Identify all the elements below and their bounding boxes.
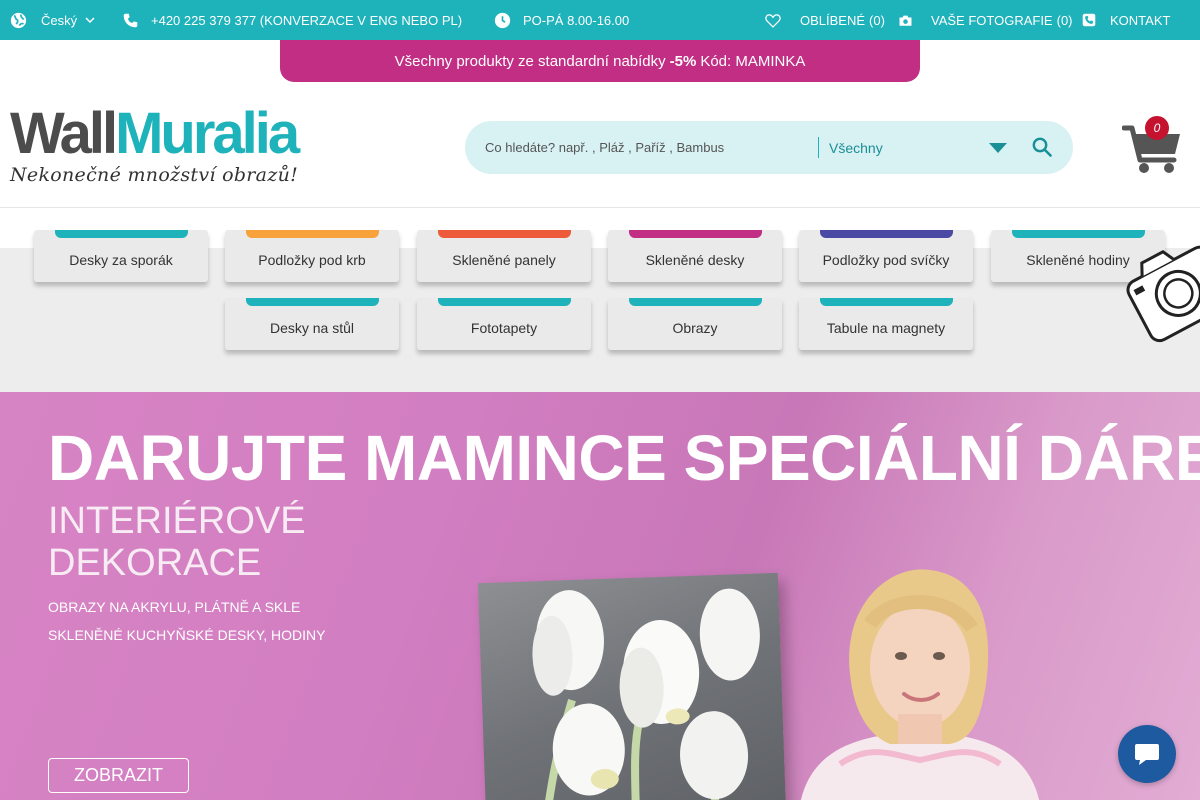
logo-wall: Wall	[10, 101, 118, 166]
hero-line-1: OBRAZY NA AKRYLU, PLÁTNĚ A SKLE	[48, 599, 301, 615]
logo-wordmark: Wall Muralia	[10, 101, 310, 166]
category-label: Podložky pod krb	[258, 252, 366, 268]
your-photos-link[interactable]: VAŠE FOTOGRAFIE (0)	[898, 0, 1073, 40]
hero-banner: DARUJTE MAMINCE SPECIÁLNÍ DÁREK! INTERIÉ…	[0, 392, 1200, 800]
top-bar: Český +420 225 379 377 (KONVERZACE V ENG…	[0, 0, 1200, 40]
search-input[interactable]	[485, 121, 815, 174]
favorites-label: OBLÍBENÉ	[800, 12, 866, 28]
phone-link[interactable]: +420 225 379 377 (KONVERZACE V ENG NEBO …	[122, 0, 462, 40]
your-photos-count: (0)	[1056, 12, 1073, 28]
category-color-strip	[820, 298, 953, 306]
language-selector[interactable]: Český	[10, 0, 95, 40]
category-sklenene-desky[interactable]: Skleněné desky	[608, 230, 782, 282]
chevron-down-icon	[85, 17, 95, 23]
chat-bubble-icon	[1135, 744, 1159, 765]
chat-button[interactable]	[1118, 725, 1176, 783]
cart-button[interactable]: 0	[1122, 116, 1184, 176]
category-podlozky-pod-svicky[interactable]: Podložky pod svíčky	[799, 230, 973, 282]
search-divider	[818, 137, 819, 158]
globe-icon	[10, 12, 27, 28]
category-label: Obrazy	[672, 320, 718, 336]
site-logo[interactable]: Wall Muralia Nekonečné množství obrazů!	[10, 101, 310, 192]
logo-muralia: Muralia	[115, 101, 300, 166]
header-divider	[0, 207, 1200, 208]
clock-icon	[494, 12, 511, 28]
category-desky-za-sporak[interactable]: Desky za sporák	[34, 230, 208, 282]
contact-label: KONTAKT	[1110, 12, 1171, 28]
promo-code: Kód: MAMINKA	[700, 52, 806, 70]
woman-photo	[801, 569, 1039, 800]
language-label: Český	[41, 12, 78, 28]
category-label: Fototapety	[470, 320, 538, 336]
search-bar: Všechny	[465, 121, 1073, 174]
phone-icon	[123, 13, 138, 27]
hero-headline: DARUJTE MAMINCE SPECIÁLNÍ DÁREK!	[48, 422, 1200, 494]
category-fototapety[interactable]: Fototapety	[417, 298, 591, 350]
your-photos-label: VAŠE FOTOGRAFIE	[931, 12, 1053, 28]
promo-text: Všechny produkty ze standardní nabídky	[394, 52, 666, 70]
dropdown-caret-icon[interactable]	[989, 143, 1007, 153]
category-label: Skleněné hodiny	[1026, 252, 1130, 268]
category-sklenene-panely[interactable]: Skleněné panely	[417, 230, 591, 282]
category-desky-na-stul[interactable]: Desky na stůl	[225, 298, 399, 350]
category-label: Desky na stůl	[269, 320, 355, 336]
category-color-strip	[246, 230, 379, 238]
favorites-link[interactable]: OBLÍBENÉ (0)	[765, 0, 885, 40]
promo-banner[interactable]: Všechny produkty ze standardní nabídky -…	[280, 40, 920, 82]
heart-icon	[765, 13, 781, 28]
category-color-strip	[438, 230, 571, 238]
search-icon[interactable]	[1032, 137, 1052, 157]
contact-link[interactable]: KONTAKT	[1082, 0, 1170, 40]
hero-line-2: SKLENĚNÉ KUCHYŇSKÉ DESKY, HODINY	[48, 627, 326, 643]
hero-subheadline: INTERIÉROVÉ DEKORACE	[48, 500, 306, 584]
category-tabule-na-magnety[interactable]: Tabule na magnety	[799, 298, 973, 350]
category-label: Podložky pod svíčky	[822, 252, 950, 268]
category-label: Skleněné panely	[452, 252, 556, 268]
camera-upload-icon[interactable]	[1118, 236, 1200, 346]
category-obrazy[interactable]: Obrazy	[608, 298, 782, 350]
phone-square-icon	[1082, 13, 1096, 27]
category-color-strip	[629, 298, 762, 306]
category-label: Desky za sporák	[69, 252, 173, 268]
category-color-strip	[629, 230, 762, 238]
opening-hours: PO-PÁ 8.00-16.00	[494, 0, 629, 40]
favorites-count: (0)	[869, 12, 885, 28]
phone-number: +420 225 379 377 (KONVERZACE V ENG NEBO …	[151, 12, 463, 28]
camera-icon	[899, 15, 912, 26]
logo-tagline: Nekonečné množství obrazů!	[10, 164, 299, 186]
category-color-strip	[438, 298, 571, 306]
tulip-canvas-image	[477, 572, 787, 800]
category-color-strip	[246, 298, 379, 306]
search-category-select[interactable]: Všechny	[829, 121, 883, 174]
tulip-illustration	[532, 588, 760, 800]
promo-discount: -5%	[669, 52, 697, 70]
category-label: Tabule na magnety	[826, 320, 946, 336]
hours-text: PO-PÁ 8.00-16.00	[523, 12, 630, 28]
category-label: Skleněné desky	[645, 252, 745, 268]
category-color-strip	[55, 230, 188, 238]
cart-count-badge: 0	[1145, 116, 1169, 140]
category-podlozky-pod-krb[interactable]: Podložky pod krb	[225, 230, 399, 282]
category-color-strip	[820, 230, 953, 238]
show-more-button[interactable]: ZOBRAZIT	[48, 758, 189, 793]
